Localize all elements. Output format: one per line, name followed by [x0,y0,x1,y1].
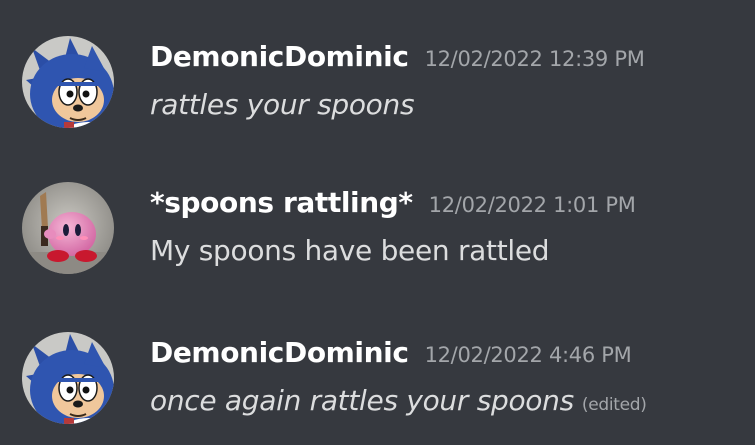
message-item: *spoons rattling* 12/02/2022 1:01 PM My … [0,172,755,282]
message-header: DemonicDominic 12/02/2022 4:46 PM [150,336,632,369]
edited-label: (edited) [581,395,647,415]
kirby-knife-avatar-icon[interactable] [22,182,114,274]
sonic-avatar-icon[interactable] [22,332,114,424]
message-item: DemonicDominic 12/02/2022 4:46 PM once a… [0,322,755,432]
message-content: rattles your spoons [150,88,415,121]
message-content: My spoons have been rattled [150,234,550,267]
sonic-avatar-icon[interactable] [22,36,114,128]
username[interactable]: DemonicDominic [150,336,409,369]
timestamp: 12/02/2022 4:46 PM [424,343,632,367]
username[interactable]: *spoons rattling* [150,186,413,219]
timestamp: 12/02/2022 12:39 PM [424,47,645,71]
message-content: once again rattles your spoons (edited) [150,384,647,417]
message-item: DemonicDominic 12/02/2022 12:39 PM rattl… [0,26,755,136]
message-text: once again rattles your spoons [150,384,574,417]
message-header: *spoons rattling* 12/02/2022 1:01 PM [150,186,636,219]
message-header: DemonicDominic 12/02/2022 12:39 PM [150,40,645,73]
username[interactable]: DemonicDominic [150,40,409,73]
timestamp: 12/02/2022 1:01 PM [428,193,636,217]
message-list: DemonicDominic 12/02/2022 12:39 PM rattl… [0,0,755,445]
